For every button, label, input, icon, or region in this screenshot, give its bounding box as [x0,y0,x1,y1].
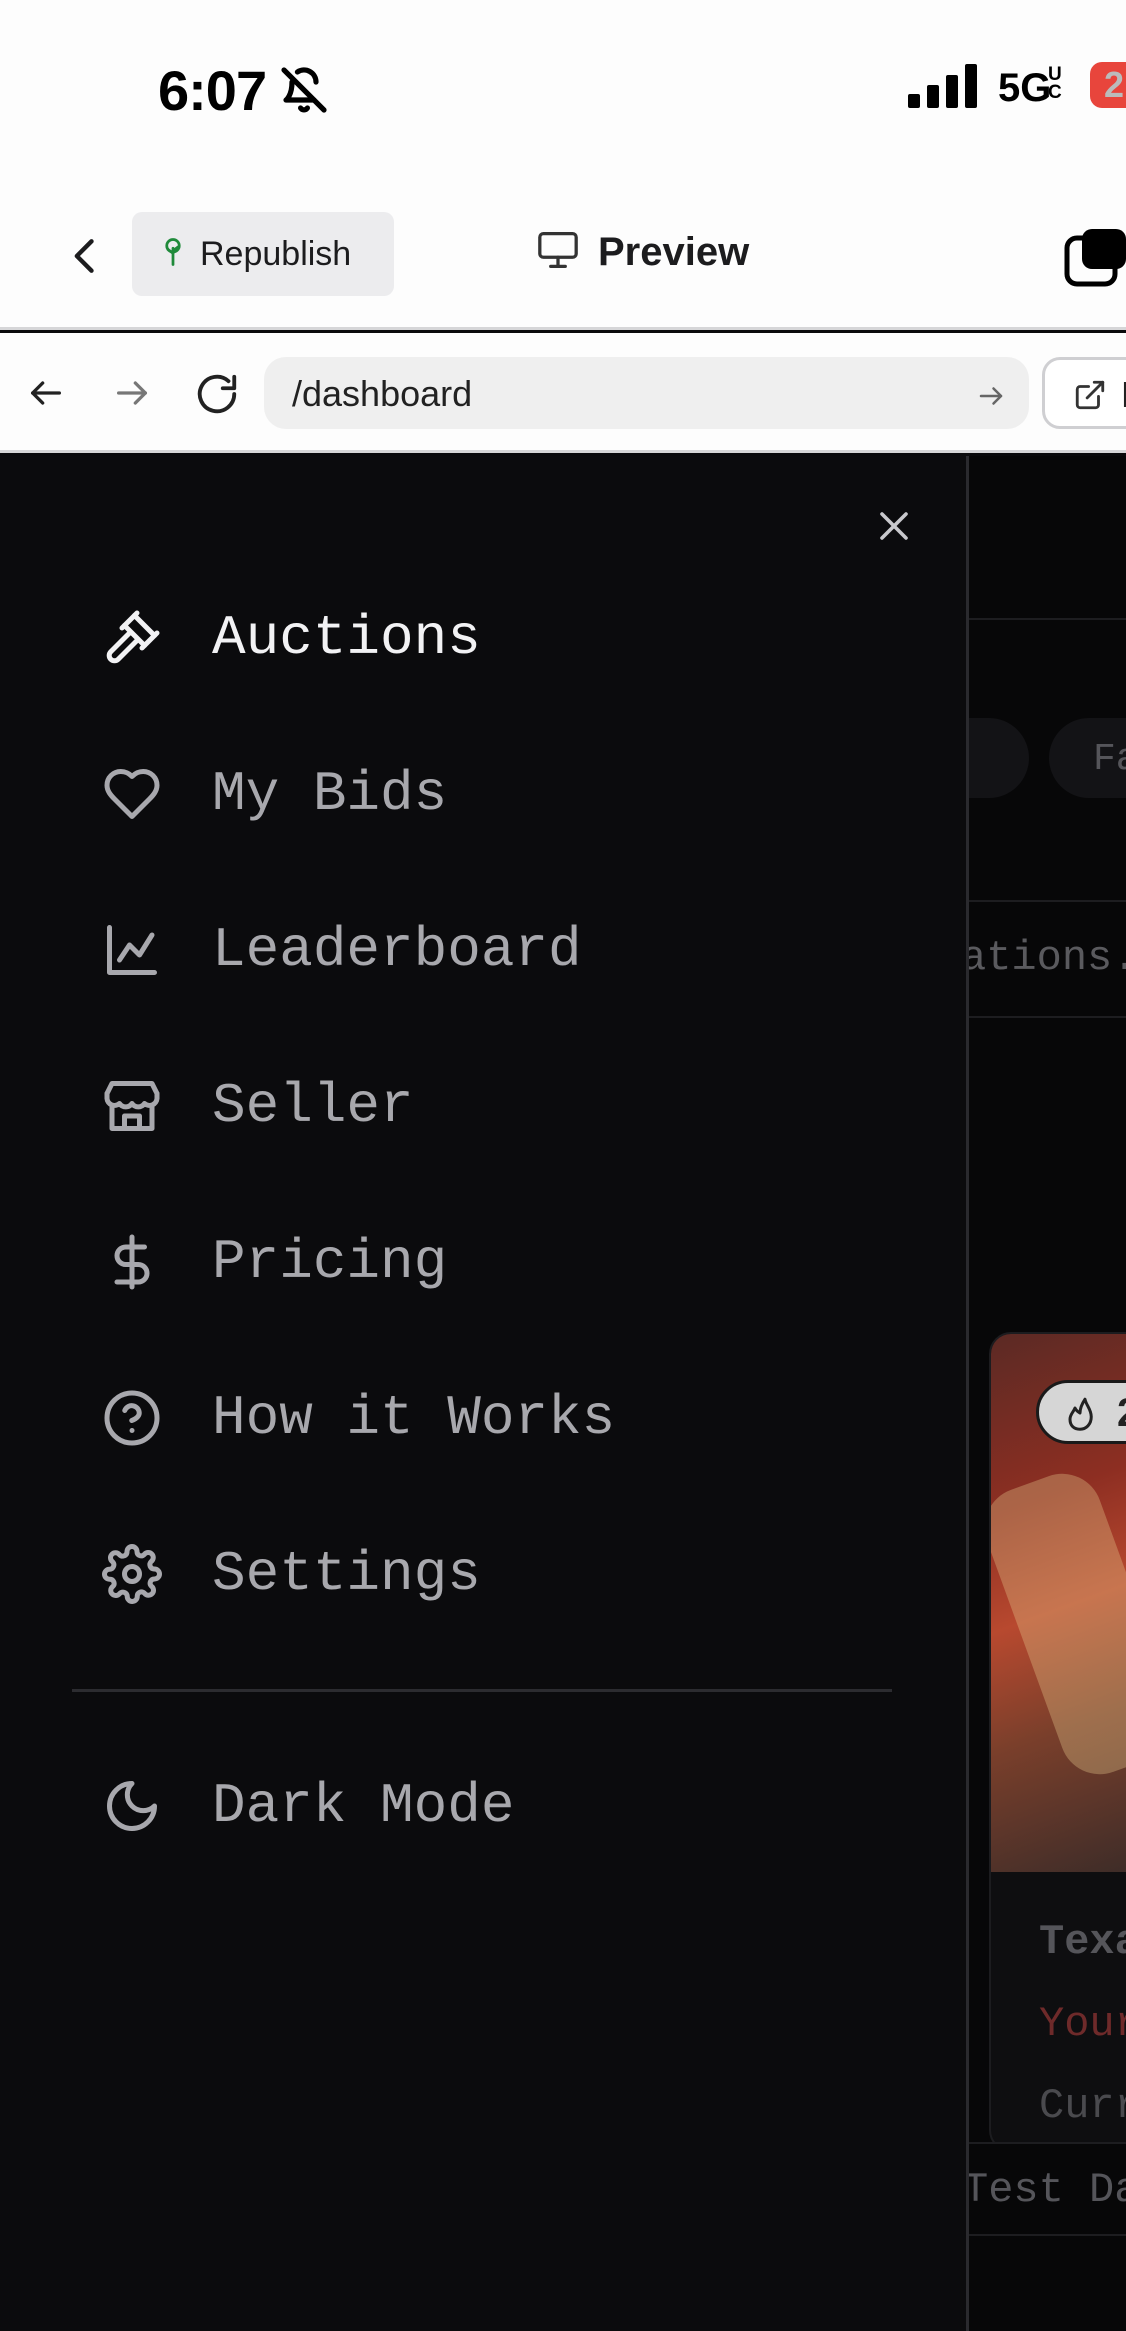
background-page: Fa ations. Texa Your Curr Test Da [966,456,1126,2331]
go-arrow-icon[interactable] [976,381,1006,416]
dark-mode-toggle[interactable]: Dark Mode [100,1756,920,1856]
menu-label: Settings [212,1542,481,1606]
menu-item-seller[interactable]: Seller [100,1056,920,1156]
status-time: 6:07 [158,59,267,122]
bg-card-status: Your [1039,2000,1126,2048]
browser-bar: /dashboard N [0,333,1126,453]
menu-item-how-it-works[interactable]: How it Works [100,1368,920,1468]
menu-label: My Bids [212,762,448,826]
chevron-left-icon[interactable] [64,232,108,285]
help-circle-icon [100,1386,164,1450]
preview-button[interactable]: Preview [536,230,749,275]
republish-button[interactable]: Republish [132,212,394,296]
dollar-icon [100,1230,164,1294]
menu-item-leaderboard[interactable]: Leaderboard [100,900,920,1000]
bg-pill-text: Fa [1093,738,1126,781]
bg-card-title: Texa [1039,1918,1126,1966]
monitor-icon [536,230,580,275]
arrow-left-icon[interactable] [26,373,66,418]
menu-item-pricing[interactable]: Pricing [100,1212,920,1312]
menu-label: Pricing [212,1230,448,1294]
menu-item-my-bids[interactable]: My Bids [100,744,920,844]
arrow-right-icon[interactable] [112,373,152,418]
battery-icon: 2 [1090,62,1126,108]
menu-label: Seller [212,1074,414,1138]
open-new-label: N [1121,374,1126,416]
bg-filter-pill [969,718,1029,798]
republish-label: Republish [200,234,352,273]
close-icon[interactable] [876,508,912,549]
dark-mode-label: Dark Mode [212,1774,515,1838]
bg-card-current: Curr [1039,2082,1126,2130]
tree-icon [158,235,188,274]
bg-search-text: ations. [966,934,1126,982]
drawer-divider [72,1689,892,1692]
bg-card-image [991,1334,1126,1872]
open-new-tab-button[interactable]: N [1042,357,1126,429]
url-text: /dashboard [292,373,473,414]
gear-icon [100,1542,164,1606]
network-type: 5G [998,66,1052,110]
network-sup: UC [1048,64,1062,103]
battery-level: 2 [1104,64,1125,105]
menu-label: Leaderboard [212,918,582,982]
menu-label: Auctions [212,606,481,670]
heart-icon [100,762,164,826]
bg-footer-text: Test Da [966,2166,1126,2214]
nav-drawer: Auctions My Bids Leaderboard Seller Pric… [0,456,966,2331]
store-icon [100,1074,164,1138]
bg-header-divider [969,618,1126,620]
reload-icon[interactable] [194,371,240,422]
menu-item-auctions[interactable]: Auctions [100,588,920,688]
external-link-icon [1075,380,1105,410]
preview-label: Preview [598,230,750,274]
bell-slash-icon [280,66,328,119]
signal-icon [908,64,978,113]
gavel-icon [100,606,164,670]
status-bar: 6:07 5G UC 2 [0,0,1126,180]
tabs-icon[interactable] [1064,226,1126,293]
menu-label: How it Works [212,1386,616,1450]
url-field[interactable]: /dashboard [264,357,1029,429]
chart-line-icon [100,918,164,982]
app-toolbar: Republish Preview [0,180,1126,330]
menu-item-settings[interactable]: Settings [100,1524,920,1624]
moon-icon [100,1774,164,1838]
